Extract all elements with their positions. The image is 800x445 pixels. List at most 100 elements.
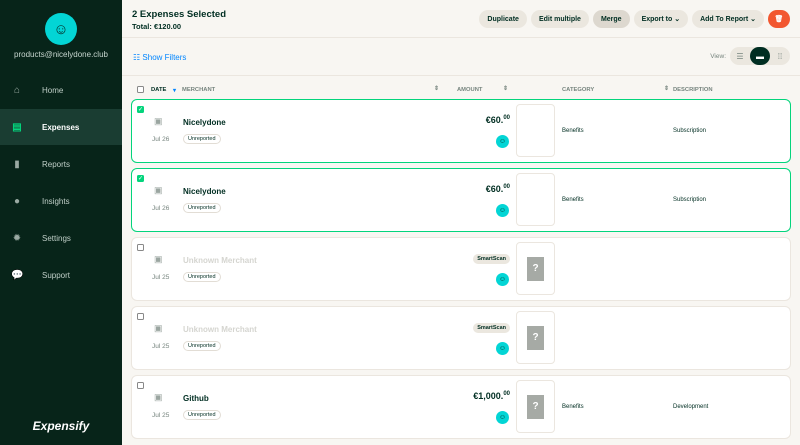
selected-total: Total: €120.00 xyxy=(132,22,182,31)
user-avatar: ☺ xyxy=(496,204,509,217)
column-amount[interactable]: AMOUNT xyxy=(457,87,482,93)
expenses-icon: ▤ xyxy=(12,121,22,133)
column-category[interactable]: CATEGORY xyxy=(562,87,594,93)
status-badge: Unreported xyxy=(183,410,221,420)
table-row[interactable]: ▣ Jul 25 Github Unreported €1,000.00 ☺ ? B… xyxy=(131,375,791,439)
expense-date: Jul 25 xyxy=(152,412,170,419)
row-checkbox[interactable] xyxy=(137,382,144,389)
sidebar-item-label: Insights xyxy=(42,196,70,206)
divider xyxy=(122,75,800,76)
table-row[interactable]: ✓ ▣ Jul 26 Nicelydone Unreported €60.00 ☺ … xyxy=(131,168,791,232)
amount-value: €60. xyxy=(485,115,504,125)
sidebar-item-label: Support xyxy=(42,270,71,280)
gear-icon: ✹ xyxy=(12,232,22,244)
show-filters-label: Show Filters xyxy=(142,53,187,62)
user-avatar: ☺ xyxy=(496,273,509,286)
reports-icon: ▮ xyxy=(14,158,20,170)
receipt-placeholder-icon: ? xyxy=(527,394,544,419)
sidebar-item-reports[interactable]: ▮ Reports xyxy=(0,146,122,182)
user-avatar: ☺ xyxy=(496,411,509,424)
receipt-thumbnail[interactable]: ? xyxy=(516,311,555,364)
expense-amount: €60.00 xyxy=(486,115,510,125)
sidebar-item-home[interactable]: ⌂ Home xyxy=(0,72,122,108)
cash-icon: ▣ xyxy=(154,185,163,195)
expense-date: Jul 26 xyxy=(152,136,170,143)
expense-description: Subscription xyxy=(673,128,707,134)
expense-category: Benefits xyxy=(562,197,584,203)
merchant-name: Unknown Merchant xyxy=(183,325,257,334)
filter-icon: ☷ xyxy=(133,53,143,62)
sort-desc-icon: ▾ xyxy=(173,88,176,94)
home-icon: ⌂ xyxy=(13,84,21,96)
receipt-thumbnail[interactable] xyxy=(516,173,555,226)
sidebar-item-label: Reports xyxy=(42,159,71,169)
status-badge: Unreported xyxy=(183,341,221,351)
user-email: products@nicelydone.club xyxy=(14,50,108,59)
table-row[interactable]: ▣ Jul 25 Unknown Merchant Unreported Smar… xyxy=(131,306,791,370)
sidebar-item-label: Home xyxy=(42,85,64,95)
duplicate-button[interactable]: Duplicate xyxy=(479,10,527,28)
user-avatar[interactable]: ☺ xyxy=(45,13,77,45)
merge-button[interactable]: Merge xyxy=(592,10,630,28)
expense-date: Jul 25 xyxy=(152,274,170,281)
toolbar: Duplicate Edit multiple Merge Export to … xyxy=(479,10,790,28)
amount-cents: 00 xyxy=(503,115,510,121)
expense-category: Benefits xyxy=(562,404,584,410)
expensify-logo: Expensify xyxy=(32,419,90,433)
amount-cents: 00 xyxy=(503,184,510,190)
cash-icon: ▣ xyxy=(154,254,163,264)
list-view-icon[interactable]: ▬ xyxy=(750,47,770,65)
sidebar-item-insights[interactable]: ● Insights xyxy=(0,183,122,219)
sidebar-item-expenses[interactable]: ▤ Expenses xyxy=(0,109,122,145)
sidebar-item-support[interactable]: 💬 Support xyxy=(0,257,122,293)
smartscan-badge: SmartScan xyxy=(473,254,510,264)
row-checkbox[interactable] xyxy=(137,313,144,320)
main-content: 2 Expenses Selected Total: €120.00 Dupli… xyxy=(122,0,800,445)
show-filters-button[interactable]: ☷ Show Filters xyxy=(133,53,186,62)
trash-icon: 🗑 xyxy=(774,16,784,23)
cash-icon: ▣ xyxy=(154,116,163,126)
column-description[interactable]: DESCRIPTION xyxy=(673,87,713,93)
add-to-report-button[interactable]: Add To Report ⌄ xyxy=(692,10,764,28)
delete-button[interactable]: 🗑 xyxy=(768,10,790,28)
compact-list-view-icon[interactable]: ☰ xyxy=(730,47,750,65)
column-merchant[interactable]: MERCHANT xyxy=(182,87,215,93)
expense-category: Benefits xyxy=(562,128,584,134)
merchant-name: Nicelydone xyxy=(183,187,226,196)
row-checkbox[interactable] xyxy=(137,244,144,251)
receipt-thumbnail[interactable] xyxy=(516,104,555,157)
expense-date: Jul 26 xyxy=(152,205,170,212)
table-row[interactable]: ✓ ▣ Jul 26 Nicelydone Unreported €60.00 ☺ … xyxy=(131,99,791,163)
table-row[interactable]: ▣ Jul 25 Unknown Merchant Unreported Smar… xyxy=(131,237,791,301)
status-badge: Unreported xyxy=(183,272,221,282)
divider xyxy=(122,37,800,38)
expense-amount: €1,000.00 xyxy=(473,391,510,401)
sort-icon[interactable]: ⇕ xyxy=(434,86,439,92)
view-switcher: View: ☰ ▬ ⁞⁞ xyxy=(710,47,790,65)
select-all-checkbox[interactable] xyxy=(137,86,144,93)
export-to-button[interactable]: Export to ⌄ xyxy=(633,10,689,28)
expense-description: Subscription xyxy=(673,197,707,203)
sidebar-item-settings[interactable]: ✹ Settings xyxy=(0,220,122,256)
smartscan-badge: SmartScan xyxy=(473,323,510,333)
row-checkbox[interactable]: ✓ xyxy=(137,106,144,113)
sidebar-item-label: Expenses xyxy=(42,122,80,132)
chat-icon: 💬 xyxy=(11,269,24,281)
row-checkbox[interactable]: ✓ xyxy=(137,175,144,182)
receipt-thumbnail[interactable]: ? xyxy=(516,242,555,295)
merchant-name: Nicelydone xyxy=(183,118,226,127)
cash-icon: ▣ xyxy=(154,323,163,333)
sort-icon[interactable]: ⇕ xyxy=(503,86,508,92)
receipt-placeholder-icon: ? xyxy=(527,256,544,281)
sort-icon[interactable]: ⇕ xyxy=(664,86,669,92)
receipt-thumbnail[interactable]: ? xyxy=(516,380,555,433)
grid-view-icon[interactable]: ⁞⁞ xyxy=(770,47,790,65)
expense-amount: €60.00 xyxy=(486,184,510,194)
amount-cents: 00 xyxy=(503,391,510,397)
expense-description: Development xyxy=(673,404,709,410)
merchant-name: Github xyxy=(183,394,209,403)
edit-multiple-button[interactable]: Edit multiple xyxy=(530,10,589,28)
status-badge: Unreported xyxy=(183,134,221,144)
column-date[interactable]: DATE xyxy=(151,87,166,93)
view-label: View: xyxy=(710,52,726,60)
